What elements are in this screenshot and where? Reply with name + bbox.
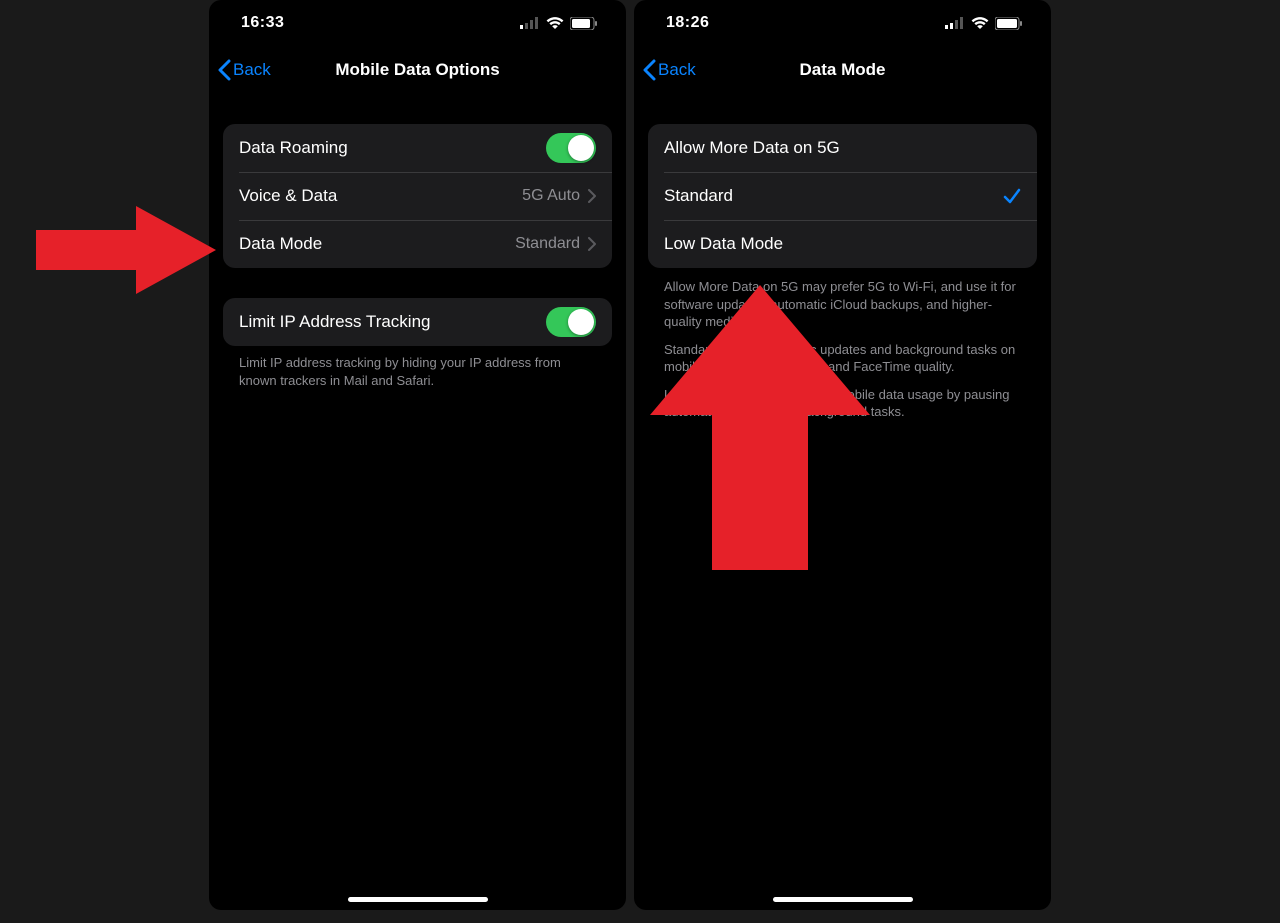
row-low-data-mode[interactable]: Low Data Mode [648, 220, 1037, 268]
row-value: 5G Auto [522, 187, 580, 205]
settings-group-2: Limit IP Address Tracking [223, 298, 612, 346]
row-data-mode[interactable]: Data Mode Standard [223, 220, 612, 268]
checkmark-icon [1003, 187, 1021, 205]
chevron-right-icon [588, 237, 596, 251]
phone-left: 16:33 Back Mobile Data Options Data Roam… [209, 0, 626, 910]
back-label: Back [658, 60, 696, 80]
chevron-left-icon [642, 59, 656, 81]
back-button[interactable]: Back [642, 59, 696, 81]
status-bar: 16:33 [209, 0, 626, 46]
signal-icon [520, 17, 540, 29]
back-label: Back [233, 60, 271, 80]
row-standard[interactable]: Standard [648, 172, 1037, 220]
nav-bar: Back Mobile Data Options [209, 46, 626, 94]
chevron-right-icon [588, 189, 596, 203]
wifi-icon [546, 17, 564, 29]
chevron-left-icon [217, 59, 231, 81]
toggle-on[interactable] [546, 307, 596, 337]
row-label: Limit IP Address Tracking [239, 312, 546, 332]
settings-group-1: Data Roaming Voice & Data 5G Auto Data M… [223, 124, 612, 268]
wifi-icon [971, 17, 989, 29]
row-limit-ip-tracking[interactable]: Limit IP Address Tracking [223, 298, 612, 346]
home-indicator[interactable] [348, 897, 488, 902]
battery-icon [570, 17, 598, 30]
row-label: Standard [664, 186, 1003, 206]
row-label: Allow More Data on 5G [664, 138, 1021, 158]
row-label: Voice & Data [239, 186, 522, 206]
home-indicator[interactable] [773, 897, 913, 902]
status-icons [945, 17, 1023, 30]
toggle-on[interactable] [546, 133, 596, 163]
back-button[interactable]: Back [217, 59, 271, 81]
status-icons [520, 17, 598, 30]
annotation-arrow-right [36, 206, 216, 294]
row-value: Standard [515, 235, 580, 253]
nav-bar: Back Data Mode [634, 46, 1051, 94]
signal-icon [945, 17, 965, 29]
page-title: Data Mode [634, 60, 1051, 80]
row-voice-data[interactable]: Voice & Data 5G Auto [223, 172, 612, 220]
row-label: Data Roaming [239, 138, 546, 158]
settings-group-1: Allow More Data on 5G Standard Low Data … [648, 124, 1037, 268]
row-data-roaming[interactable]: Data Roaming [223, 124, 612, 172]
row-label: Data Mode [239, 234, 515, 254]
row-label: Low Data Mode [664, 234, 1021, 254]
status-time: 18:26 [666, 14, 709, 32]
annotation-arrow-up [650, 285, 870, 570]
footer-note: Limit IP address tracking by hiding your… [239, 354, 596, 389]
row-allow-more-5g[interactable]: Allow More Data on 5G [648, 124, 1037, 172]
battery-icon [995, 17, 1023, 30]
page-title: Mobile Data Options [209, 60, 626, 80]
status-bar: 18:26 [634, 0, 1051, 46]
status-time: 16:33 [241, 14, 284, 32]
